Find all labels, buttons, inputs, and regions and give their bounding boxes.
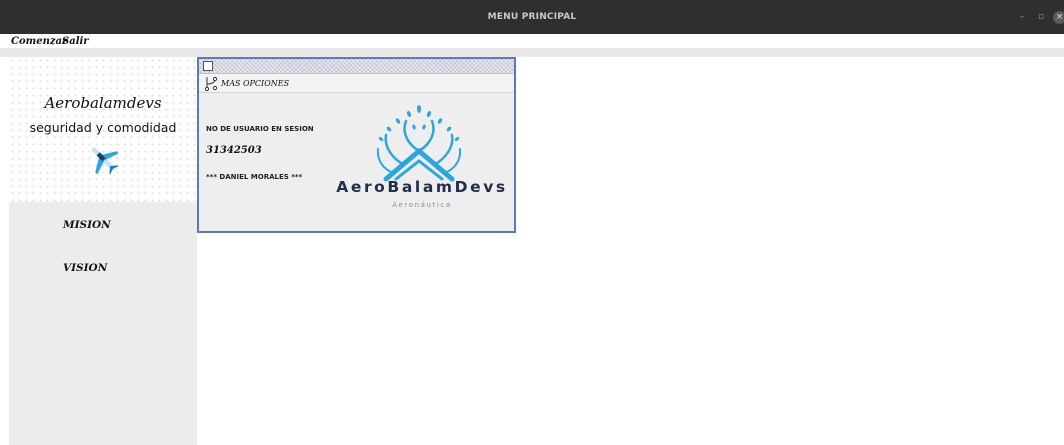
brand-script-logo: Aerobalamdevs [44, 94, 162, 112]
window-titlebar: MENU PRINCIPAL – ▫ × [0, 0, 1064, 34]
internal-frame[interactable]: MAS OPCIONES NO DE USUARIO EN SESION 313… [197, 57, 516, 233]
branch-icon [204, 76, 218, 91]
session-user-id: 31342503 [206, 145, 262, 156]
sidebar-item-vision[interactable]: VISION [63, 262, 107, 274]
menu-comenzar[interactable]: Comenzar [11, 34, 67, 49]
internal-frame-menubar: MAS OPCIONES [199, 74, 514, 93]
menu-mas-opciones[interactable]: MAS OPCIONES [221, 77, 289, 90]
company-name: AeroBalamDevs [336, 178, 508, 196]
window-title: MENU PRINCIPAL [487, 12, 577, 22]
menu-bar: Comenzar Salir [0, 34, 1064, 49]
session-user-name: *** DANIEL MORALES *** [206, 173, 303, 181]
internal-frame-titlebar[interactable] [199, 59, 514, 74]
sidebar-item-mision[interactable]: MISION [63, 219, 111, 231]
session-user-label: NO DE USUARIO EN SESION [206, 125, 314, 133]
menu-salir[interactable]: Salir [62, 34, 89, 49]
maximize-button[interactable]: ▫ [1034, 0, 1048, 34]
company-logo-icon [376, 105, 462, 182]
desktop-top-strip [0, 49, 1064, 57]
brand-tagline: seguridad y comodidad [29, 120, 177, 135]
frame-checkbox[interactable] [203, 61, 213, 71]
close-button[interactable]: × [1053, 11, 1064, 24]
minimize-button[interactable]: – [1015, 0, 1029, 34]
airplane-icon [91, 147, 119, 175]
company-subtitle: Aeronáutica [392, 201, 452, 209]
